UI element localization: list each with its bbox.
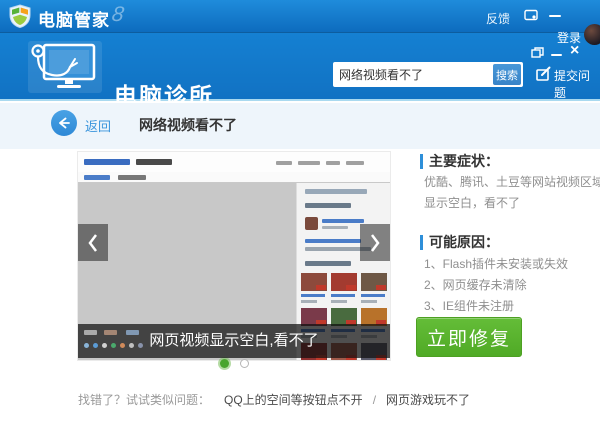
carousel-dot[interactable]: [240, 359, 249, 368]
arrow-left-icon: [57, 116, 71, 130]
search-box: 搜索: [333, 62, 523, 87]
carousel-dots[interactable]: [78, 359, 390, 368]
similar-separator: /: [373, 393, 376, 407]
symptoms-title: 主要症状：: [429, 151, 499, 171]
chevron-left-icon: [86, 232, 100, 254]
carousel-prev-button[interactable]: [78, 224, 108, 261]
cause-item: 1、Flash插件未安装或失效: [424, 254, 568, 275]
fix-now-button[interactable]: 立即修复: [416, 317, 522, 357]
similar-link[interactable]: 网页游戏玩不了: [386, 391, 470, 408]
search-input[interactable]: [335, 63, 495, 85]
login-link[interactable]: 登录: [557, 29, 581, 46]
carousel-next-button[interactable]: [360, 224, 390, 261]
minimize-button[interactable]: [549, 15, 561, 17]
page-title: 网络视频看不了: [139, 115, 237, 135]
back-label[interactable]: 返回: [85, 116, 111, 135]
shield-logo-icon: [9, 4, 31, 28]
compose-icon: [536, 66, 551, 81]
carousel-image: 网页视频显示空白,看不了: [78, 152, 390, 360]
causes-header: 可能原因：: [420, 232, 499, 252]
symptoms-header: 主要症状：: [420, 151, 499, 171]
carousel-dot[interactable]: [220, 359, 229, 368]
causes-list: 1、Flash插件未安装或失效 2、网页缓存未清除 3、IE组件未注册: [424, 254, 568, 317]
dialog-minimize-button[interactable]: [551, 54, 562, 56]
chevron-right-icon: [368, 232, 382, 254]
app-title: 电脑管家: [38, 6, 110, 31]
cause-item: 2、网页缓存未清除: [424, 275, 568, 296]
mock-webpage-topbar: [78, 152, 390, 172]
causes-title: 可能原因：: [429, 232, 499, 252]
back-button[interactable]: [51, 110, 77, 136]
mock-webpage-tabs: [78, 172, 390, 183]
breadcrumb: 返回 网络视频看不了: [0, 103, 600, 149]
similar-problems: 找错了？试试类似问题： QQ上的空间等按钮点不开 / 网页游戏玩不了: [78, 391, 470, 408]
main-titlebar: 电脑管家 8 反馈: [0, 0, 600, 32]
restore-window-icon[interactable]: [531, 47, 544, 58]
carousel-caption-text: 网页视频显示空白,看不了: [78, 324, 390, 358]
feedback-button[interactable]: 反馈: [486, 10, 510, 27]
avatar[interactable]: [584, 24, 600, 45]
submit-question-link[interactable]: 提交问题: [554, 67, 600, 101]
cause-item: 3、IE组件未注册: [424, 296, 568, 317]
clinic-header: 电脑诊所 电脑问题 轻松解决 搜索 提交问题 ×: [0, 32, 600, 101]
symptoms-text: 优酷、腾讯、土豆等网站视频区域显示空白，看不了: [424, 172, 600, 214]
version-8-glyph: 8: [110, 3, 125, 27]
similar-prompt: 找错了？试试类似问题：: [78, 391, 210, 408]
similar-link[interactable]: QQ上的空间等按钮点不开: [224, 391, 363, 408]
skin-icon[interactable]: [524, 9, 538, 21]
section-accent-bar: [420, 154, 423, 169]
carousel-caption: 网页视频显示空白,看不了: [78, 324, 390, 358]
search-button[interactable]: 搜索: [493, 64, 521, 85]
section-accent-bar: [420, 235, 423, 250]
clinic-logo-icon: [28, 41, 102, 93]
